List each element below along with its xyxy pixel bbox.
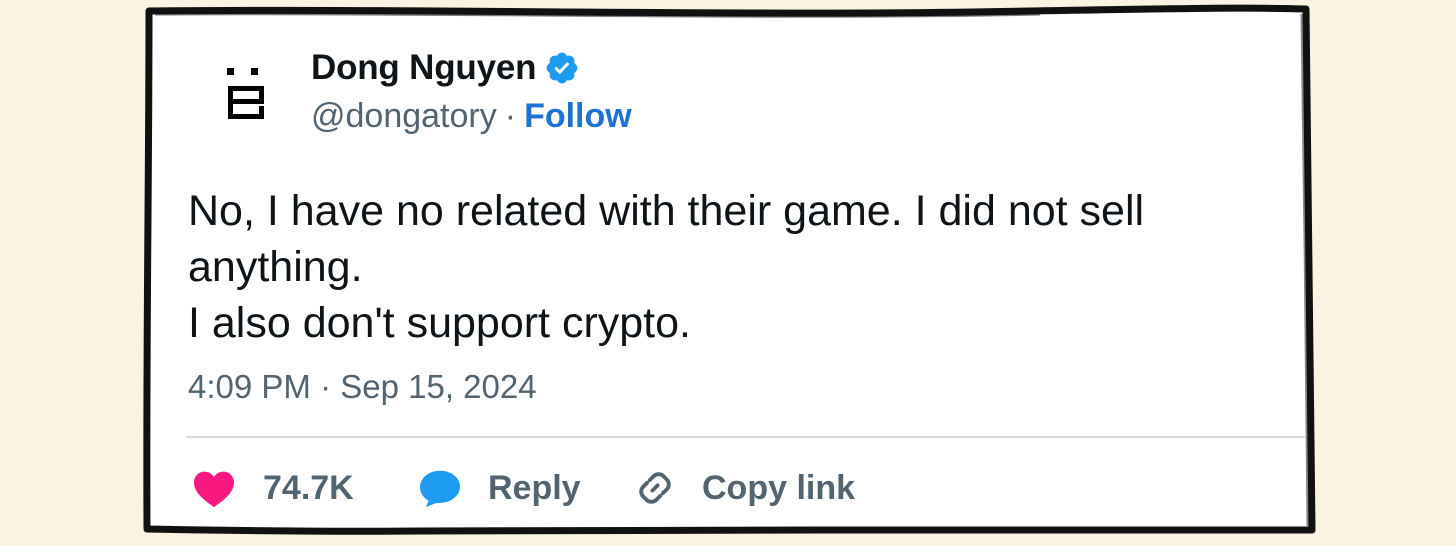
tweet-timestamp[interactable]: 4:09 PM · Sep 15, 2024	[188, 368, 537, 406]
author-display-name[interactable]: Dong Nguyen	[311, 48, 536, 88]
like-count: 74.7K	[263, 468, 354, 507]
reply-bubble-icon	[420, 470, 460, 508]
tweet-text-line: I also don't support crypto.	[188, 299, 691, 347]
copy-link-label: Copy link	[702, 468, 856, 507]
reply-label: Reply	[488, 468, 581, 507]
divider	[186, 436, 1306, 438]
author-name-row: Dong Nguyen	[311, 48, 580, 88]
author-handle-row: @dongatory · Follow	[311, 97, 632, 136]
copy-link-button[interactable]: Copy link	[634, 462, 855, 514]
tweet-text: No, I have no related with their game. I…	[188, 183, 1288, 351]
reply-button[interactable]: Reply	[418, 462, 581, 514]
verified-badge-icon	[546, 52, 578, 84]
follow-button[interactable]: Follow	[524, 97, 632, 136]
tweet-text-line: anything.	[188, 243, 363, 291]
like-button[interactable]: 74.7K	[192, 462, 354, 514]
handle-separator: ·	[504, 97, 517, 135]
pixel-face-icon	[227, 68, 264, 119]
heart-icon	[194, 471, 234, 508]
avatar[interactable]	[188, 44, 298, 148]
link-icon	[639, 472, 671, 504]
author-handle[interactable]: @dongatory	[311, 97, 497, 136]
tweet-text-line: No, I have no related with their game. I…	[188, 187, 1145, 235]
